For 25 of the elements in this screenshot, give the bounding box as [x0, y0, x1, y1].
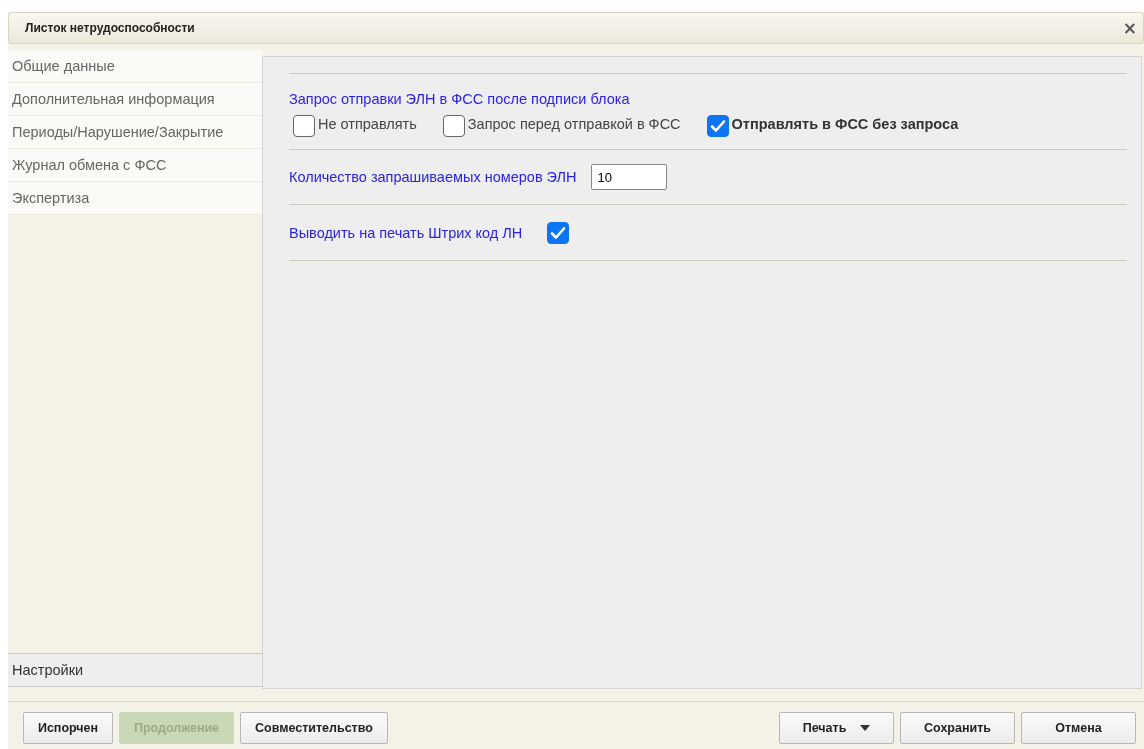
checkbox[interactable] [547, 222, 570, 244]
sidebar-item[interactable]: Периоды/Нарушение/Закрытие [8, 116, 262, 149]
sidebar-item[interactable]: Журнал обмена с ФСС [8, 149, 262, 182]
checkbox[interactable] [442, 115, 465, 137]
sidebar-item[interactable]: Общие данные [8, 50, 262, 83]
number-input-field[interactable]: 10 [590, 164, 667, 190]
caret-icon [860, 725, 871, 731]
field-label: Выводить на печать Штрих код ЛН [289, 225, 523, 241]
checkbox[interactable] [293, 115, 315, 137]
sidebar-item[interactable]: Экспертиза [8, 182, 262, 215]
field-label: Количество запрашиваемых номеров ЭЛН [289, 169, 577, 185]
sidebar-item[interactable]: Настройки [8, 653, 262, 687]
footer-button[interactable]: Испорчен [23, 712, 113, 744]
close-button[interactable]: × [1122, 19, 1137, 37]
option-label: Отправлять в ФСС без запроса [731, 115, 959, 133]
footer-button[interactable]: Печать [779, 712, 894, 744]
option-label: Не отправлять [318, 115, 417, 133]
window-title: Листок нетрудоспособности [25, 21, 195, 35]
checkbox[interactable] [706, 115, 729, 137]
option-label: Запрос перед отправкой в ФСС [467, 115, 681, 133]
footer-button[interactable]: Совместительство [240, 712, 388, 744]
sidebar-item[interactable]: Дополнительная информация [8, 83, 262, 116]
section-label: Запрос отправки ЭЛН в ФСС после подписи блока [289, 91, 631, 107]
footer-button[interactable]: Отмена [1021, 712, 1136, 744]
footer-button[interactable]: Сохранить [900, 712, 1015, 744]
